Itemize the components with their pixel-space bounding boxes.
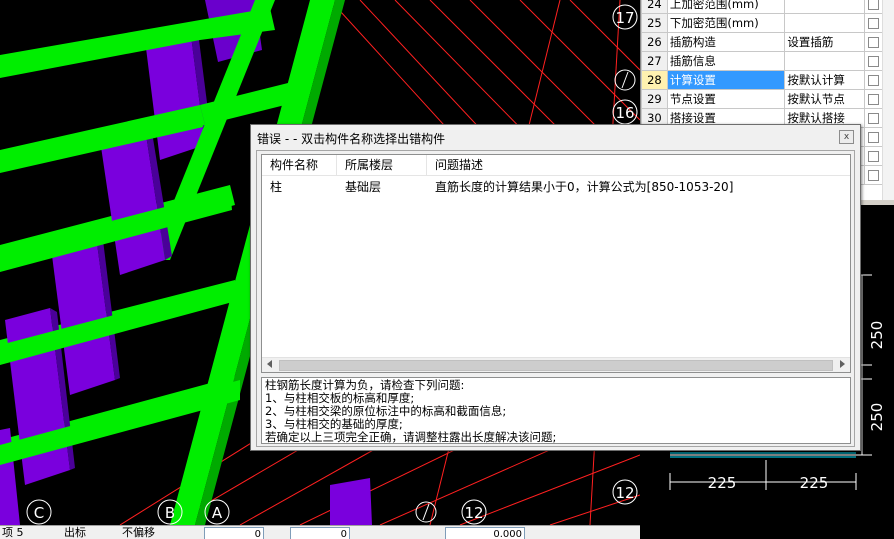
property-checkbox-cell	[864, 89, 883, 109]
dim-label-horizontal-1: 225	[708, 474, 737, 492]
property-checkbox[interactable]	[868, 18, 879, 29]
property-row-number: 25	[641, 13, 668, 33]
property-checkbox[interactable]	[868, 113, 879, 124]
error-list-header: 构件名称 所属楼层 问题描述	[262, 155, 850, 176]
property-checkbox-cell	[864, 51, 883, 71]
axis-label-b: B	[165, 504, 175, 522]
scroll-left-icon[interactable]	[267, 360, 272, 368]
property-checkbox-cell	[864, 13, 883, 33]
dialog-body: 构件名称 所属楼层 问题描述 柱 基础层 直筋长度的计算结果小于0，计算公式为[…	[256, 150, 855, 447]
offset-x-input[interactable]: 0	[204, 527, 264, 539]
property-row[interactable]: 24 上加密范围(mm)	[641, 0, 883, 14]
property-checkbox[interactable]	[868, 132, 879, 143]
property-row[interactable]: 25 下加密范围(mm)	[641, 13, 883, 33]
property-grid-scrollbar[interactable]	[882, 0, 894, 205]
property-checkbox-cell	[864, 32, 883, 52]
property-name: 节点设置	[666, 89, 786, 109]
property-checkbox-cell	[864, 108, 883, 128]
close-icon: x	[843, 132, 850, 142]
property-value[interactable]	[784, 51, 866, 71]
property-checkbox[interactable]	[868, 94, 879, 105]
property-row[interactable]: 26 插筋构造 设置插筋	[641, 32, 883, 52]
property-row[interactable]: 27 插筋信息	[641, 51, 883, 71]
axis-label-16: 16	[615, 104, 634, 122]
property-checkbox[interactable]	[868, 75, 879, 86]
scroll-right-icon[interactable]	[840, 360, 845, 368]
axis-label-17: 17	[615, 9, 634, 27]
property-checkbox[interactable]	[868, 151, 879, 162]
property-checkbox[interactable]	[868, 37, 879, 48]
error-dialog: 错误 - - 双击构件名称选择出错构件 x 构件名称 所属楼层 问题描述 柱 基…	[250, 124, 861, 451]
axis-label-12b: 12	[464, 504, 483, 522]
property-checkbox-cell	[864, 165, 883, 185]
property-value[interactable]: 按默认计算	[784, 70, 866, 90]
property-value[interactable]	[784, 0, 866, 14]
property-row-number: 28	[641, 70, 668, 90]
property-checkbox-cell	[864, 70, 883, 90]
property-name: 插筋构造	[666, 32, 786, 52]
dim-label-vertical-1: 250	[868, 321, 886, 350]
property-checkbox-cell	[864, 127, 883, 147]
error-row-description[interactable]: 直筋长度的计算结果小于0，计算公式为[850-1053-20]	[427, 179, 733, 195]
close-button[interactable]: x	[839, 130, 854, 144]
column-header-component[interactable]: 构件名称	[262, 155, 337, 176]
property-checkbox[interactable]	[868, 170, 879, 181]
property-row[interactable]: 28 计算设置 按默认计算	[641, 70, 883, 90]
offset-y-input[interactable]: 0	[290, 527, 350, 539]
property-name: 计算设置	[666, 70, 786, 90]
property-row-number: 26	[641, 32, 668, 52]
scrollbar-thumb[interactable]	[279, 360, 833, 371]
message-line-5: 若确定以上三项完全正确，请调整柱露出长度解决该问题;	[265, 430, 557, 444]
property-row-number: 27	[641, 51, 668, 71]
dialog-title: 错误 - - 双击构件名称选择出错构件	[257, 132, 446, 146]
property-row[interactable]: 29 节点设置 按默认节点	[641, 89, 883, 109]
rotation-input[interactable]: 0.000	[445, 527, 525, 539]
axis-label-c: C	[34, 504, 44, 522]
property-checkbox-cell	[864, 0, 883, 14]
axis-label-12a: 12	[615, 484, 634, 502]
offset-mode-label[interactable]: 不偏移	[122, 526, 155, 539]
property-value[interactable]: 设置插筋	[784, 32, 866, 52]
property-checkbox[interactable]	[868, 56, 879, 67]
dim-label-vertical-2: 250	[868, 403, 886, 432]
error-row-component[interactable]: 柱	[262, 179, 282, 195]
error-message-box: 柱钢筋长度计算为负，请检查下列问题: 1、与柱相交板的标高和厚度; 2、与柱相交…	[261, 377, 851, 444]
column-header-floor[interactable]: 所属楼层	[337, 155, 427, 176]
dialog-titlebar[interactable]: 错误 - - 双击构件名称选择出错构件 x	[251, 125, 860, 149]
property-row-number: 29	[641, 89, 668, 109]
status-item-2: 出标	[64, 526, 86, 539]
column-header-description[interactable]: 问题描述	[427, 155, 850, 176]
property-value[interactable]	[784, 13, 866, 33]
property-name: 插筋信息	[666, 51, 786, 71]
error-row-floor[interactable]: 基础层	[337, 179, 381, 195]
property-row-number: 24	[641, 0, 668, 14]
property-name: 下加密范围(mm)	[666, 13, 786, 33]
property-checkbox-cell	[864, 146, 883, 166]
property-name: 上加密范围(mm)	[666, 0, 786, 14]
horizontal-scrollbar[interactable]	[262, 357, 850, 372]
error-list: 构件名称 所属楼层 问题描述 柱 基础层 直筋长度的计算结果小于0，计算公式为[…	[261, 154, 851, 373]
property-value[interactable]: 按默认节点	[784, 89, 866, 109]
axis-label-a: A	[212, 504, 223, 522]
status-item-1: 项 5	[2, 526, 24, 539]
property-checkbox[interactable]	[868, 0, 879, 10]
status-bar: 项 5 出标 不偏移 0 0 0.000	[0, 525, 640, 539]
dim-label-horizontal-2: 225	[800, 474, 829, 492]
